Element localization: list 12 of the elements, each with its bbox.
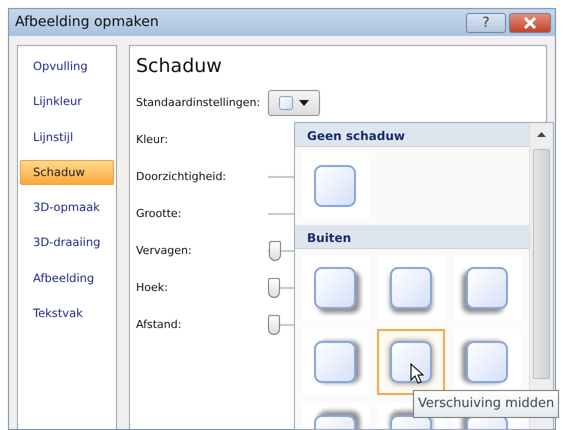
field-label: Standaardinstellingen: — [136, 94, 258, 111]
field-label: Doorzichtigheid: — [136, 168, 228, 185]
tooltip: Verschuiving midden — [413, 390, 560, 418]
field-label: Grootte: — [136, 206, 182, 222]
field-label: Kleur: — [136, 132, 170, 148]
panel-heading: Schaduw — [136, 54, 223, 79]
field-label: Afstand: — [136, 316, 182, 333]
field-label: Vervagen: — [136, 242, 193, 259]
field-label: Hoek: — [136, 280, 169, 296]
section-header: Buiten — [295, 225, 529, 249]
window-title: Afbeelding opmaken — [15, 13, 160, 32]
section-header: Geen schaduw — [295, 123, 529, 147]
